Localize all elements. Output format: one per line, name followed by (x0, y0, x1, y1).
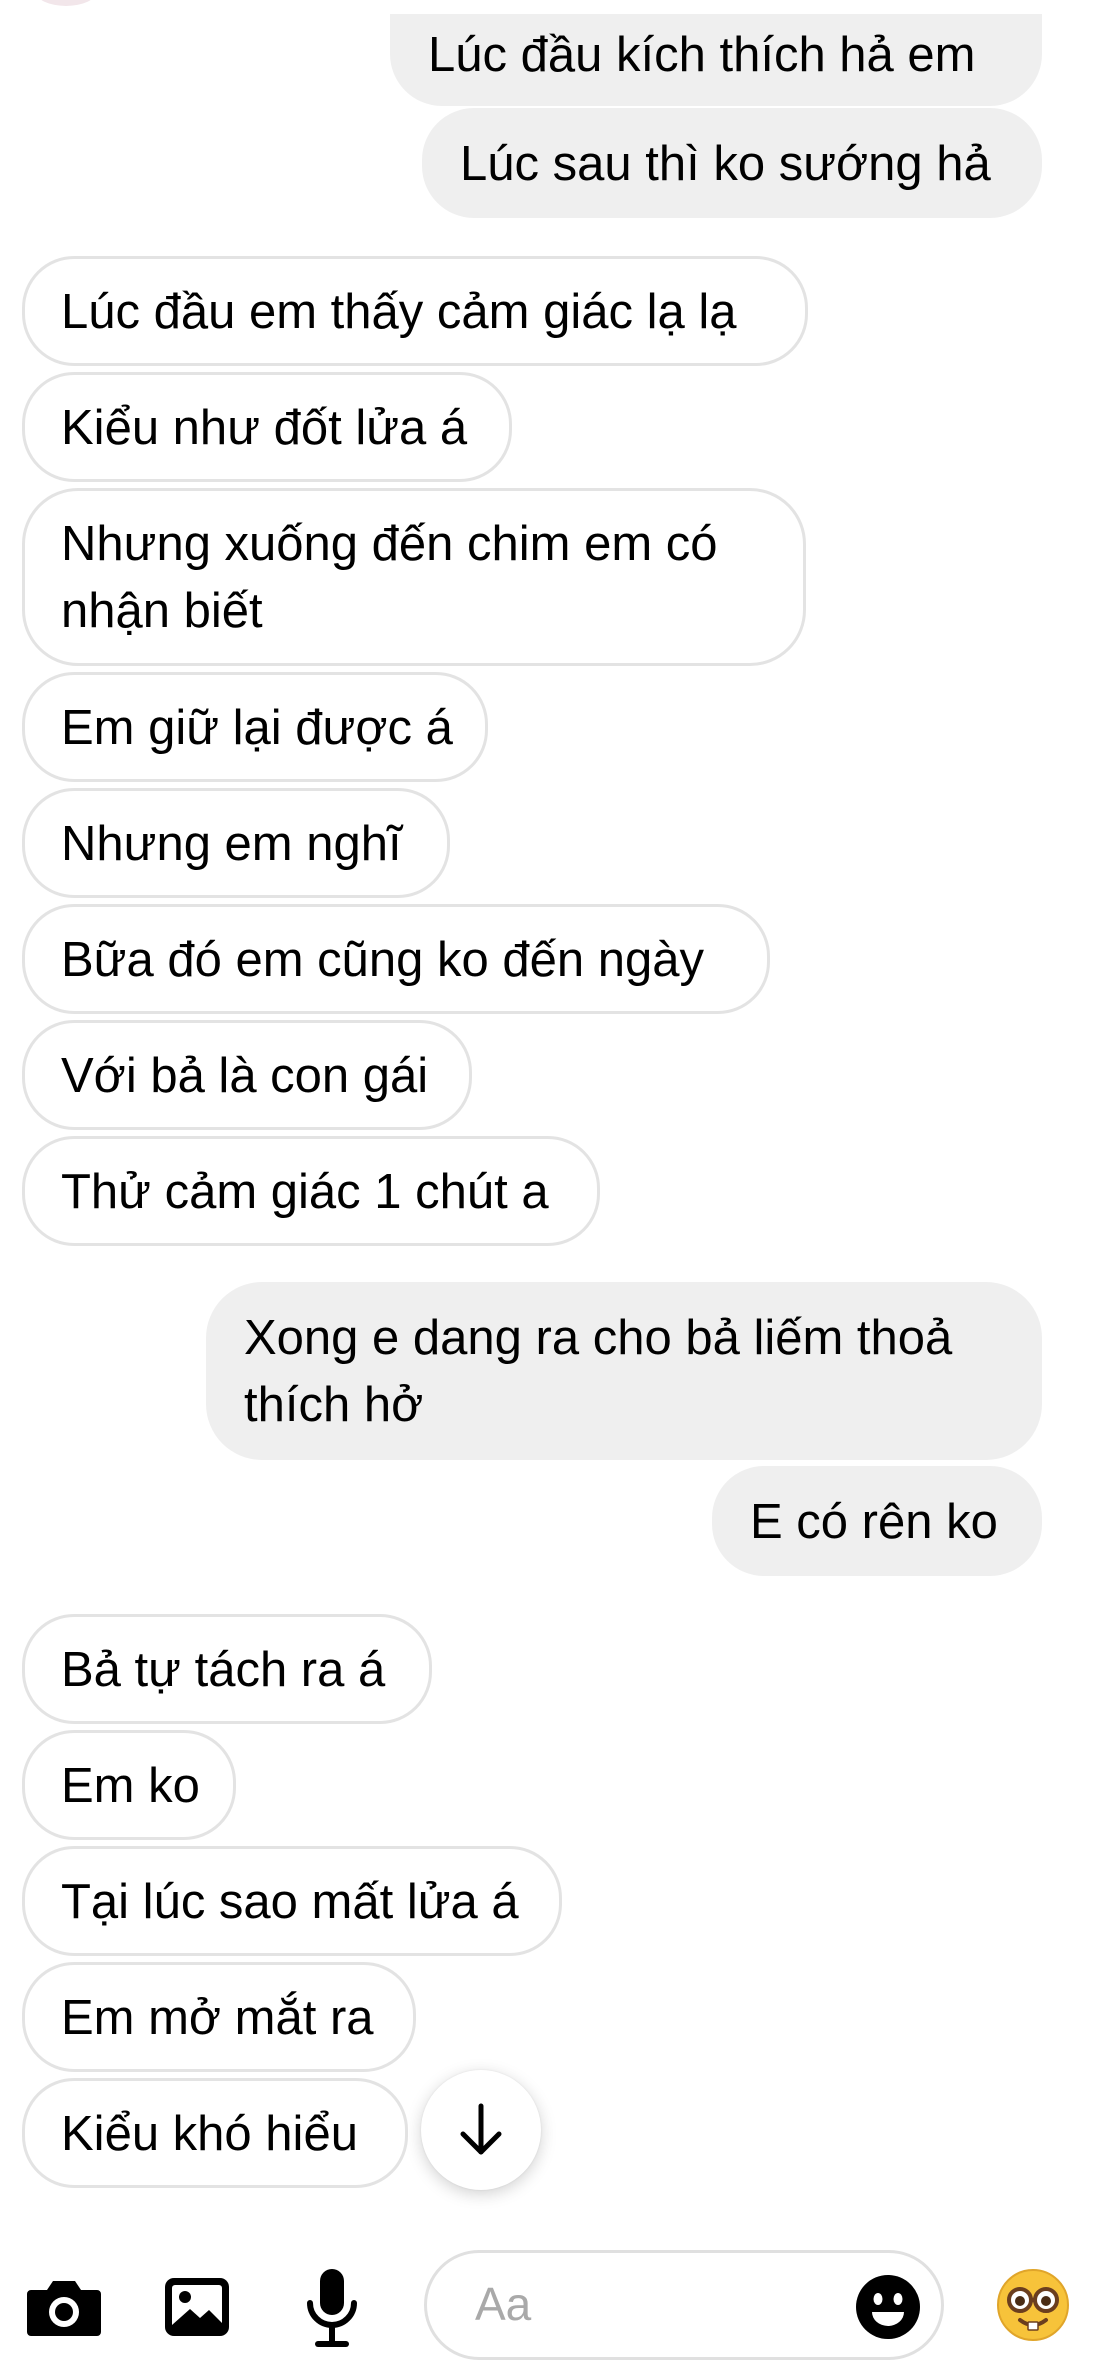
message-text: Kiểu khó hiểu (61, 2107, 358, 2161)
nerd-face-emoji[interactable] (996, 2268, 1070, 2342)
message-incoming[interactable]: Với bả là con gái (22, 1020, 472, 1130)
gallery-button[interactable] (160, 2272, 234, 2342)
message-text: Em giữ lại được á (61, 701, 453, 755)
message-text: Với bả là con gái (61, 1049, 429, 1103)
message-text: Nhưng xuống đến chim em có nhận biết (61, 517, 718, 638)
message-text: Em mở mắt ra (61, 1991, 374, 2045)
message-outgoing[interactable]: Xong e dang ra cho bả liếm thoả thích hở (206, 1282, 1042, 1460)
message-incoming[interactable]: Lúc đầu em thấy cảm giác lạ lạ (22, 256, 808, 366)
microphone-icon (307, 2269, 357, 2347)
voice-button[interactable] (302, 2266, 362, 2350)
message-incoming[interactable]: Em ko (22, 1730, 236, 1840)
message-outgoing[interactable]: Lúc đầu kích thích hả em (390, 14, 1042, 106)
message-outgoing[interactable]: E có rên ko (712, 1466, 1042, 1576)
message-incoming[interactable]: Tại lúc sao mất lửa á (22, 1846, 562, 1956)
message-incoming[interactable]: Em giữ lại được á (22, 672, 488, 782)
message-text: Lúc đầu kích thích hả em (428, 28, 976, 82)
smiley-icon[interactable] (855, 2274, 921, 2340)
message-incoming[interactable]: Kiểu như đốt lửa á (22, 372, 512, 482)
gallery-icon (165, 2278, 229, 2336)
message-input[interactable]: Aa (424, 2250, 944, 2360)
message-text: Thử cảm giác 1 chút a (61, 1165, 549, 1219)
message-input-placeholder: Aa (475, 2278, 532, 2330)
camera-icon (27, 2281, 101, 2336)
camera-button[interactable] (24, 2274, 104, 2340)
message-incoming[interactable]: Nhưng em nghĩ (22, 788, 450, 898)
composer-bar: Aa (0, 2230, 1095, 2362)
message-text: Xong e dang ra cho bả liếm thoả thích hở (244, 1311, 953, 1432)
message-incoming[interactable]: Em mở mắt ra (22, 1962, 416, 2072)
message-incoming[interactable]: Bả tự tách ra á (22, 1614, 432, 1724)
message-incoming[interactable]: Bữa đó em cũng ko đến ngày (22, 904, 770, 1014)
message-text: Bữa đó em cũng ko đến ngày (61, 933, 705, 987)
message-incoming[interactable]: Thử cảm giác 1 chút a (22, 1136, 600, 1246)
message-incoming[interactable]: Nhưng xuống đến chim em có nhận biết (22, 488, 806, 666)
message-text: E có rên ko (750, 1495, 998, 1549)
message-incoming[interactable]: Kiểu khó hiểu (22, 2078, 408, 2188)
message-text: Kiểu như đốt lửa á (61, 401, 468, 455)
message-outgoing[interactable]: Lúc sau thì ko sướng hả (422, 108, 1042, 218)
contact-avatar (36, 0, 96, 6)
message-text: Em ko (61, 1759, 200, 1813)
message-text: Bả tự tách ra á (61, 1643, 386, 1697)
message-text: Nhưng em nghĩ (61, 817, 402, 871)
arrow-down-icon (460, 2103, 502, 2155)
message-text: Lúc đầu em thấy cảm giác lạ lạ (61, 285, 737, 339)
message-text: Lúc sau thì ko sướng hả (460, 137, 991, 191)
scroll-to-bottom-button[interactable] (421, 2070, 541, 2190)
message-text: Tại lúc sao mất lửa á (61, 1875, 519, 1929)
